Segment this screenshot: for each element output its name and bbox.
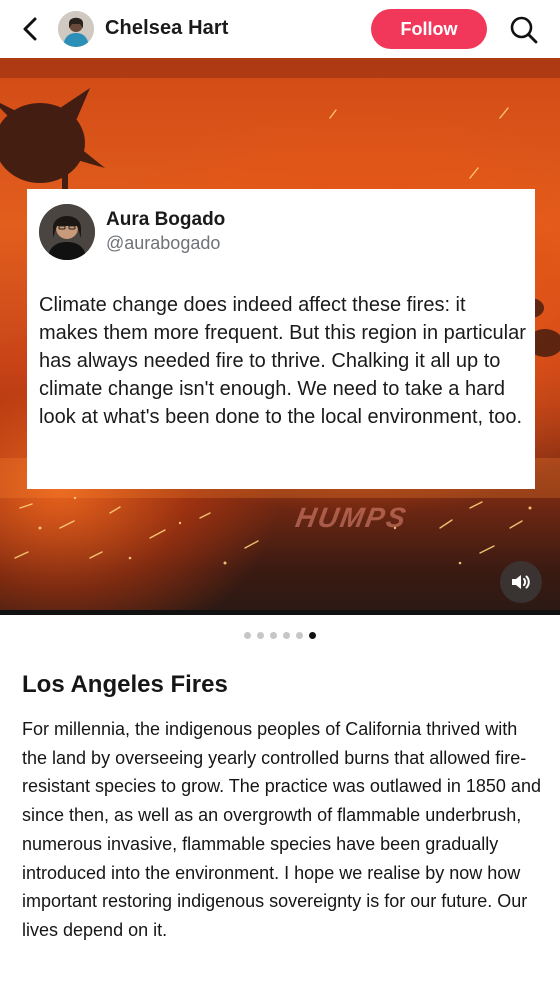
speaker-icon	[512, 575, 530, 589]
avatar[interactable]	[58, 11, 94, 47]
search-icon	[510, 16, 538, 44]
watermark-text: HUMPS	[293, 502, 410, 533]
pager-dot-active[interactable]	[309, 632, 316, 639]
media-divider	[0, 610, 560, 615]
quote-author-handle: @aurabogado	[106, 233, 221, 253]
quote-card: Aura Bogado @aurabogado Climate change d…	[27, 189, 535, 489]
follow-button[interactable]: Follow	[371, 9, 487, 49]
pager-dot[interactable]	[257, 632, 264, 639]
quote-text: Climate change does indeed affect these …	[39, 294, 526, 428]
author-name[interactable]: Chelsea Hart	[105, 17, 228, 40]
pager-dot[interactable]	[283, 632, 290, 639]
top-bar: Chelsea Hart Follow	[0, 0, 560, 58]
back-button[interactable]	[16, 14, 46, 44]
search-button[interactable]	[507, 13, 541, 47]
post-body: For millennia, the indigenous peoples of…	[22, 719, 541, 940]
pager-dot[interactable]	[244, 632, 251, 639]
pager-dot[interactable]	[296, 632, 303, 639]
post-title: Los Angeles Fires	[22, 671, 228, 698]
carousel-pager	[0, 632, 560, 639]
pager-dot[interactable]	[270, 632, 277, 639]
chevron-left-icon	[23, 17, 37, 41]
quote-author-avatar	[39, 204, 95, 260]
sound-toggle-button[interactable]	[500, 561, 542, 603]
quote-author-name: Aura Bogado	[106, 209, 226, 230]
